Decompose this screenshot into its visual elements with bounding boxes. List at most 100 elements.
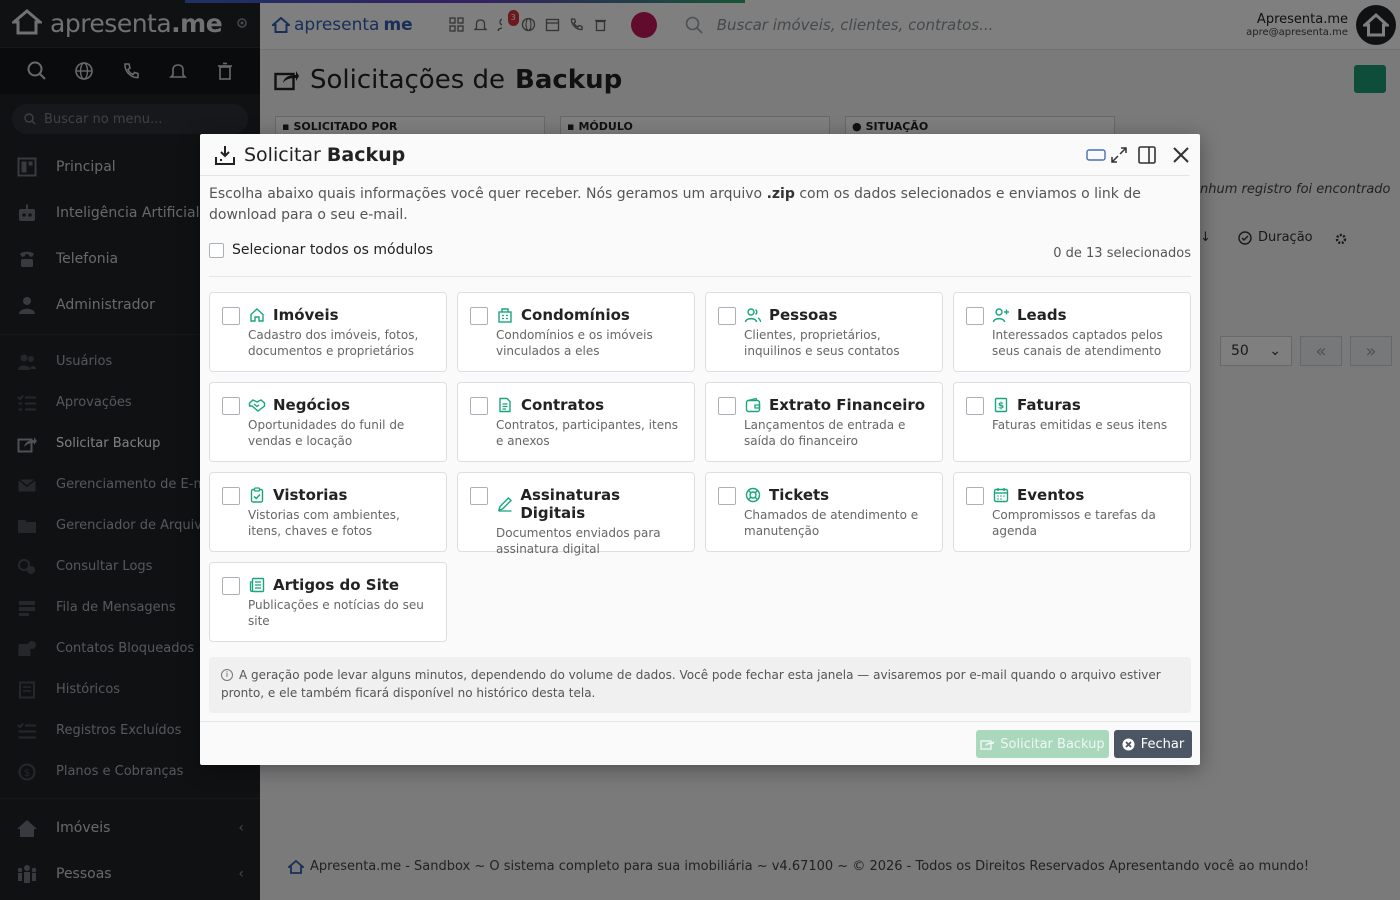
module-card-body: Contratos Contratos, participantes, iten…: [496, 396, 684, 461]
module-description: Lançamentos de entrada e saída do financ…: [744, 418, 906, 448]
side-panel-icon[interactable]: [1138, 144, 1156, 166]
module-checkbox[interactable]: [470, 397, 488, 415]
module-name: Eventos: [1017, 486, 1085, 504]
module-checkbox[interactable]: [718, 487, 736, 505]
module-name: Tickets: [769, 486, 830, 504]
modal-footer: Solicitar Backup Fechar: [200, 721, 1200, 765]
selection-counter: 0 de 13 selecionados: [1053, 246, 1191, 261]
module-title: Leads: [992, 306, 1180, 324]
invoice-icon: $: [992, 396, 1010, 414]
module-checkbox[interactable]: [966, 307, 984, 325]
info-note: iA geração pode levar alguns minutos, de…: [209, 657, 1191, 713]
divider: [209, 276, 1191, 277]
module-checkbox[interactable]: [470, 307, 488, 325]
module-card-body: Leads Interessados captados pelos seus c…: [992, 306, 1180, 371]
module-description: Compromissos e tarefas da agenda: [992, 508, 1156, 538]
module-card[interactable]: Pessoas Clientes, proprietários, inquili…: [705, 292, 943, 372]
module-card-body: $ Faturas Faturas emitidas e seus itens: [992, 396, 1180, 461]
checkbox[interactable]: [209, 242, 224, 258]
module-checkbox[interactable]: [966, 397, 984, 415]
module-card-body: Imóveis Cadastro dos imóveis, fotos, doc…: [248, 306, 436, 371]
module-checkbox[interactable]: [966, 487, 984, 505]
module-description: Clientes, proprietários, inquilinos e se…: [744, 328, 900, 358]
module-title: Assinaturas Digitais: [496, 486, 684, 522]
module-grid: Imóveis Cadastro dos imóveis, fotos, doc…: [209, 292, 1191, 642]
module-checkbox[interactable]: [222, 577, 240, 595]
module-card[interactable]: Condomínios Condomínios e os imóveis vin…: [457, 292, 695, 372]
module-card-body: Condomínios Condomínios e os imóveis vin…: [496, 306, 684, 371]
close-button[interactable]: Fechar: [1114, 730, 1192, 758]
module-card[interactable]: Negócios Oportunidades do funil de venda…: [209, 382, 447, 462]
handshake-icon: [248, 396, 266, 414]
module-name: Imóveis: [273, 306, 339, 324]
info-note-text: A geração pode levar alguns minutos, dep…: [221, 668, 1161, 700]
people-icon: [744, 306, 762, 324]
module-description: Oportunidades do funil de vendas e locaç…: [248, 418, 405, 448]
module-name: Pessoas: [769, 306, 838, 324]
info-icon: i: [221, 668, 233, 681]
module-checkbox[interactable]: [222, 397, 240, 415]
restore-window-icon[interactable]: [1086, 144, 1106, 166]
select-all-label: Selecionar todos os módulos: [232, 242, 434, 258]
module-checkbox[interactable]: [222, 307, 240, 325]
newspaper-icon: [248, 576, 266, 594]
calendar-icon: [992, 486, 1010, 504]
module-card-body: Artigos do Site Publicações e notícias d…: [248, 576, 436, 641]
module-name: Assinaturas Digitais: [520, 486, 621, 522]
module-card[interactable]: Vistorias Vistorias com ambientes, itens…: [209, 472, 447, 552]
module-title: Extrato Financeiro: [744, 396, 932, 414]
module-checkbox[interactable]: [470, 487, 488, 505]
module-description: Documentos enviados para assinatura digi…: [496, 526, 661, 556]
close-button-label: Fechar: [1140, 736, 1185, 752]
module-card[interactable]: Assinaturas Digitais Documentos enviados…: [457, 472, 695, 556]
module-title: Negócios: [248, 396, 436, 414]
module-description: Chamados de atendimento e manutenção: [744, 508, 919, 538]
module-description: Faturas emitidas e seus itens: [992, 418, 1168, 432]
module-card[interactable]: Imóveis Cadastro dos imóveis, fotos, doc…: [209, 292, 447, 372]
select-all-checkbox[interactable]: Selecionar todos os módulos: [209, 242, 433, 258]
expand-icon[interactable]: [1110, 144, 1128, 166]
close-circle-icon: [1122, 738, 1135, 750]
module-card[interactable]: $ Faturas Faturas emitidas e seus itens: [953, 382, 1191, 462]
wallet-icon: [744, 396, 762, 414]
modal-description: Escolha abaixo quais informações você qu…: [209, 186, 1141, 223]
module-checkbox[interactable]: [222, 487, 240, 505]
module-card-body: Extrato Financeiro Lançamentos de entrad…: [744, 396, 932, 461]
module-card[interactable]: Eventos Compromissos e tarefas da agenda: [953, 472, 1191, 552]
building-icon: [496, 306, 514, 324]
modal-header: Solicitar Backup: [200, 134, 1190, 176]
module-title: Artigos do Site: [248, 576, 436, 594]
share-icon: [980, 740, 995, 750]
module-card-body: Tickets Chamados de atendimento e manute…: [744, 486, 932, 551]
clipboard-check-icon: [248, 486, 266, 504]
module-title: Pessoas: [744, 306, 932, 324]
module-title: Condomínios: [496, 306, 684, 324]
module-card[interactable]: Contratos Contratos, participantes, iten…: [457, 382, 695, 462]
document-icon: [496, 396, 514, 414]
module-card[interactable]: Leads Interessados captados pelos seus c…: [953, 292, 1191, 372]
module-name: Condomínios: [521, 306, 630, 324]
modal-window-controls: [1086, 144, 1190, 166]
module-description: Condomínios e os imóveis vinculados a el…: [496, 328, 653, 358]
module-name: Artigos do Site: [273, 576, 400, 594]
close-icon[interactable]: [1172, 144, 1190, 166]
module-description: Publicações e notícias do seu site: [248, 598, 424, 628]
module-checkbox[interactable]: [718, 307, 736, 325]
module-card[interactable]: Artigos do Site Publicações e notícias d…: [209, 562, 447, 642]
module-name: Negócios: [273, 396, 351, 414]
request-backup-label: Solicitar Backup: [1000, 736, 1105, 752]
module-name: Faturas: [1017, 396, 1081, 414]
request-backup-button[interactable]: Solicitar Backup: [976, 730, 1109, 758]
module-description: Vistorias com ambientes, itens, chaves e…: [248, 508, 400, 538]
module-card[interactable]: Extrato Financeiro Lançamentos de entrad…: [705, 382, 943, 462]
module-name: Extrato Financeiro: [769, 396, 926, 414]
download-tray-icon: [215, 145, 235, 165]
module-card-body: Negócios Oportunidades do funil de venda…: [248, 396, 436, 461]
modal-title: Solicitar Backup: [244, 143, 406, 166]
module-checkbox[interactable]: [718, 397, 736, 415]
module-title: Tickets: [744, 486, 932, 504]
module-card-body: Eventos Compromissos e tarefas da agenda: [992, 486, 1180, 551]
module-card[interactable]: Tickets Chamados de atendimento e manute…: [705, 472, 943, 552]
module-name: Vistorias: [273, 486, 348, 504]
module-description: Contratos, participantes, itens e anexos: [496, 418, 678, 448]
